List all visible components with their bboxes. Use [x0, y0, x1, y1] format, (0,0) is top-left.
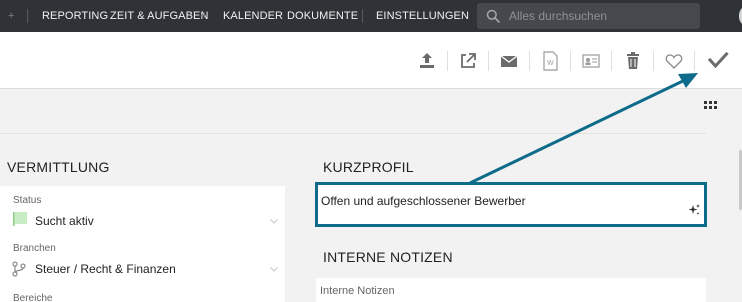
trash-icon[interactable] — [622, 50, 644, 72]
interne-notizen-input[interactable] — [320, 283, 700, 299]
section-divider — [0, 133, 706, 134]
checkmark-icon[interactable] — [707, 49, 729, 71]
flag-icon — [13, 212, 27, 226]
nav-item-kalender[interactable]: KALENDER — [223, 0, 283, 32]
svg-text:W: W — [547, 60, 554, 67]
global-search[interactable] — [477, 3, 700, 29]
kurzprofil-title: KURZPROFIL — [323, 159, 414, 175]
toolbar-divider — [570, 51, 571, 71]
upload-icon[interactable] — [416, 50, 438, 72]
toolbar-divider — [653, 51, 654, 71]
toolbar-divider — [447, 51, 448, 71]
status-label: Status — [13, 195, 42, 206]
top-navigation-bar: + REPORTING ZEIT & AUFGABEN + KALENDER D… — [0, 0, 742, 32]
chevron-down-icon[interactable] — [270, 267, 278, 272]
nav-add-icon[interactable]: + — [8, 0, 14, 32]
nav-item-reporting[interactable]: REPORTING — [42, 0, 108, 32]
external-link-icon[interactable] — [457, 50, 479, 72]
branch-icon — [12, 261, 26, 277]
mail-icon[interactable] — [498, 50, 520, 72]
kurzprofil-text: Offen und aufgeschlossener Bewerber — [321, 194, 526, 208]
nav-item-zeit-aufgaben[interactable]: ZEIT & AUFGABEN — [110, 0, 209, 32]
status-value[interactable]: Sucht aktiv — [35, 214, 94, 228]
nav-item-dokumente[interactable]: DOKUMENTE — [287, 0, 358, 32]
branchen-value[interactable]: Steuer / Recht & Finanzen — [35, 262, 176, 276]
word-document-icon[interactable]: W — [539, 50, 561, 72]
nav-divider — [362, 9, 363, 23]
chevron-down-icon[interactable] — [270, 219, 278, 224]
toolbar-divider — [611, 51, 612, 71]
nav-add-icon[interactable]: + — [201, 0, 207, 32]
toolbar-divider — [694, 51, 695, 71]
search-icon — [486, 9, 500, 23]
toolbar-divider — [488, 51, 489, 71]
nav-divider — [27, 9, 28, 23]
contact-card-icon[interactable] — [580, 50, 602, 72]
toolbar-divider — [529, 51, 530, 71]
nav-item-einstellungen[interactable]: EINSTELLUNGEN — [376, 0, 469, 32]
ai-sparkle-icon[interactable] — [688, 204, 700, 216]
grid-menu-icon[interactable] — [704, 101, 718, 110]
heart-icon[interactable] — [663, 50, 685, 72]
branchen-label: Branchen — [13, 243, 56, 254]
search-input[interactable] — [509, 3, 695, 29]
bereiche-label: Bereiche — [13, 293, 53, 302]
interne-notizen-title: INTERNE NOTIZEN — [323, 249, 453, 265]
vermittlung-title: VERMITTLUNG — [7, 159, 110, 175]
